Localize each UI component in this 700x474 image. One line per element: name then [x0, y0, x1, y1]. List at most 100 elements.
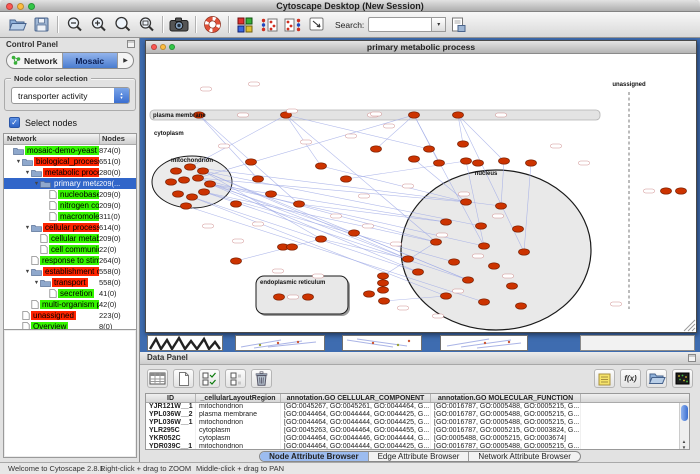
network-node[interactable] [413, 269, 424, 275]
network-node[interactable] [181, 203, 192, 209]
network-node[interactable] [489, 263, 500, 269]
network-node[interactable] [519, 249, 530, 255]
more-tabs-icon[interactable]: ▶ [118, 53, 133, 68]
table-row[interactable]: YLR295Ccytoplasm[GO:0045263, GO:0044464,… [146, 427, 689, 435]
open-icon[interactable] [5, 14, 29, 36]
expand-icon[interactable]: ▼ [24, 269, 31, 275]
network-node[interactable] [507, 283, 518, 289]
network-node[interactable] [378, 287, 389, 293]
tree-item-transport[interactable]: ▼transport558(0) [4, 277, 136, 288]
network-node[interactable] [516, 303, 527, 309]
tree-item-macromolecule[interactable]: macromolecule311(0) [4, 211, 136, 222]
network-node[interactable] [479, 299, 490, 305]
network-edge[interactable] [203, 171, 408, 259]
network-node[interactable] [409, 156, 420, 162]
tab-network-attribute-browser[interactable]: Network Attribute Browser [469, 452, 579, 461]
snapshot-icon[interactable] [167, 14, 191, 36]
network-node[interactable] [266, 191, 277, 197]
tree-item-biological-process[interactable]: ▼biological_process651(0) [4, 156, 136, 167]
network-node[interactable] [431, 239, 442, 245]
unselect-attributes-icon[interactable] [225, 369, 246, 388]
minimized-window-thumbnail[interactable] [580, 335, 695, 351]
network-edge[interactable] [458, 115, 504, 161]
network-node[interactable] [316, 163, 327, 169]
table-row[interactable]: YPL036W__1mitochondrion[GO:0044464, GO:0… [146, 419, 689, 427]
network-node[interactable] [496, 203, 507, 209]
network-edge[interactable] [192, 197, 418, 272]
zoom-fit-icon[interactable] [110, 14, 134, 36]
table-row[interactable]: YJR121W__1mitochondrion[GO:0045267, GO:0… [146, 403, 689, 411]
network-node[interactable] [473, 160, 484, 166]
tree-item-cellular-metabol[interactable]: cellular metabol209(0) [4, 233, 136, 244]
tab-edge-attribute-browser[interactable]: Edge Attribute Browser [369, 452, 470, 461]
node-color-dropdown[interactable]: transporter activity ▴▾ [11, 87, 130, 104]
network-node[interactable] [303, 294, 314, 300]
network-node[interactable] [379, 298, 390, 304]
scrollbar-arrows[interactable]: ▲▼ [679, 439, 689, 450]
network-node[interactable] [173, 191, 184, 197]
tree-item-establishment-of-lo[interactable]: ▼establishment of lo558(0) [4, 266, 136, 277]
network-node[interactable] [403, 256, 414, 262]
network-node[interactable] [253, 176, 264, 182]
network-node[interactable] [479, 243, 490, 249]
network-edge[interactable] [210, 184, 354, 233]
network-node[interactable] [461, 158, 472, 164]
expand-icon[interactable]: ▼ [24, 170, 31, 176]
tree-item-nitrogen-compo[interactable]: nitrogen compo209(0) [4, 200, 136, 211]
network-node[interactable] [371, 146, 382, 152]
network-node[interactable] [287, 244, 298, 250]
network-node[interactable] [463, 277, 474, 283]
network-node[interactable] [187, 194, 198, 200]
notepad-icon[interactable] [594, 369, 615, 388]
network-node[interactable] [476, 223, 487, 229]
network-node[interactable] [461, 199, 472, 205]
network-node[interactable] [274, 294, 285, 300]
network-node[interactable] [526, 160, 537, 166]
network-node[interactable] [341, 176, 352, 182]
network-node[interactable] [434, 160, 445, 166]
zoom-in-icon[interactable] [86, 14, 110, 36]
tree-item-mosaic-demo-yeast[interactable]: mosaic-demo-yeast874(0) [4, 145, 136, 156]
network-node[interactable] [193, 175, 204, 181]
new-attribute-icon[interactable] [173, 369, 194, 388]
vizmapper-icon[interactable] [233, 14, 257, 36]
network-edge[interactable] [236, 239, 321, 261]
network-node[interactable] [424, 146, 435, 152]
network-node[interactable] [199, 189, 210, 195]
tab-mosaic[interactable]: Mosaic [63, 53, 119, 68]
network-node[interactable] [378, 280, 389, 286]
table-scrollbar[interactable]: ▲▼ [679, 403, 689, 450]
network-node[interactable] [441, 293, 452, 299]
tree-item-nucleobase[interactable]: nucleobase-209(0) [4, 189, 136, 200]
network-edge[interactable] [286, 115, 436, 242]
column-header-cellularlayoutregion[interactable]: _cellularLayoutRegion [196, 394, 281, 402]
table-row[interactable]: YDR039C__1mitochondrion[GO:0044464, GO:0… [146, 443, 689, 450]
network-edge[interactable] [210, 184, 418, 272]
network-canvas[interactable]: plasma membranecytoplasmmitochondrionnuc… [146, 54, 696, 332]
network-node[interactable] [441, 219, 452, 225]
network-node[interactable] [231, 201, 242, 207]
network-node[interactable] [294, 201, 305, 207]
network-node[interactable] [205, 181, 216, 187]
search-input[interactable] [368, 17, 432, 32]
column-header-id[interactable]: ID [146, 394, 196, 402]
minimized-window-thumbnail[interactable] [440, 335, 528, 351]
tree-item-multi-organism-pro[interactable]: multi-organism pro42(0) [4, 299, 136, 310]
import-attributes-icon[interactable] [646, 369, 667, 388]
network-edge[interactable] [414, 115, 439, 163]
select-attributes-icon[interactable] [199, 369, 220, 388]
network-node[interactable] [499, 158, 510, 164]
network-edge[interactable] [204, 192, 436, 242]
tree-item-cellular-process[interactable]: ▼cellular process614(0) [4, 222, 136, 233]
advanced-search-icon[interactable] [446, 14, 470, 36]
delete-attribute-icon[interactable] [251, 369, 272, 388]
copy-network-view-icon[interactable] [281, 14, 305, 36]
network-node[interactable] [166, 179, 177, 185]
expand-icon[interactable]: ▼ [24, 225, 31, 231]
network-edge[interactable] [198, 178, 466, 202]
network-node[interactable] [676, 188, 687, 194]
network-node[interactable] [409, 112, 420, 118]
tab-network[interactable]: Network [7, 53, 63, 68]
network-node[interactable] [171, 168, 182, 174]
network-node[interactable] [179, 177, 190, 183]
